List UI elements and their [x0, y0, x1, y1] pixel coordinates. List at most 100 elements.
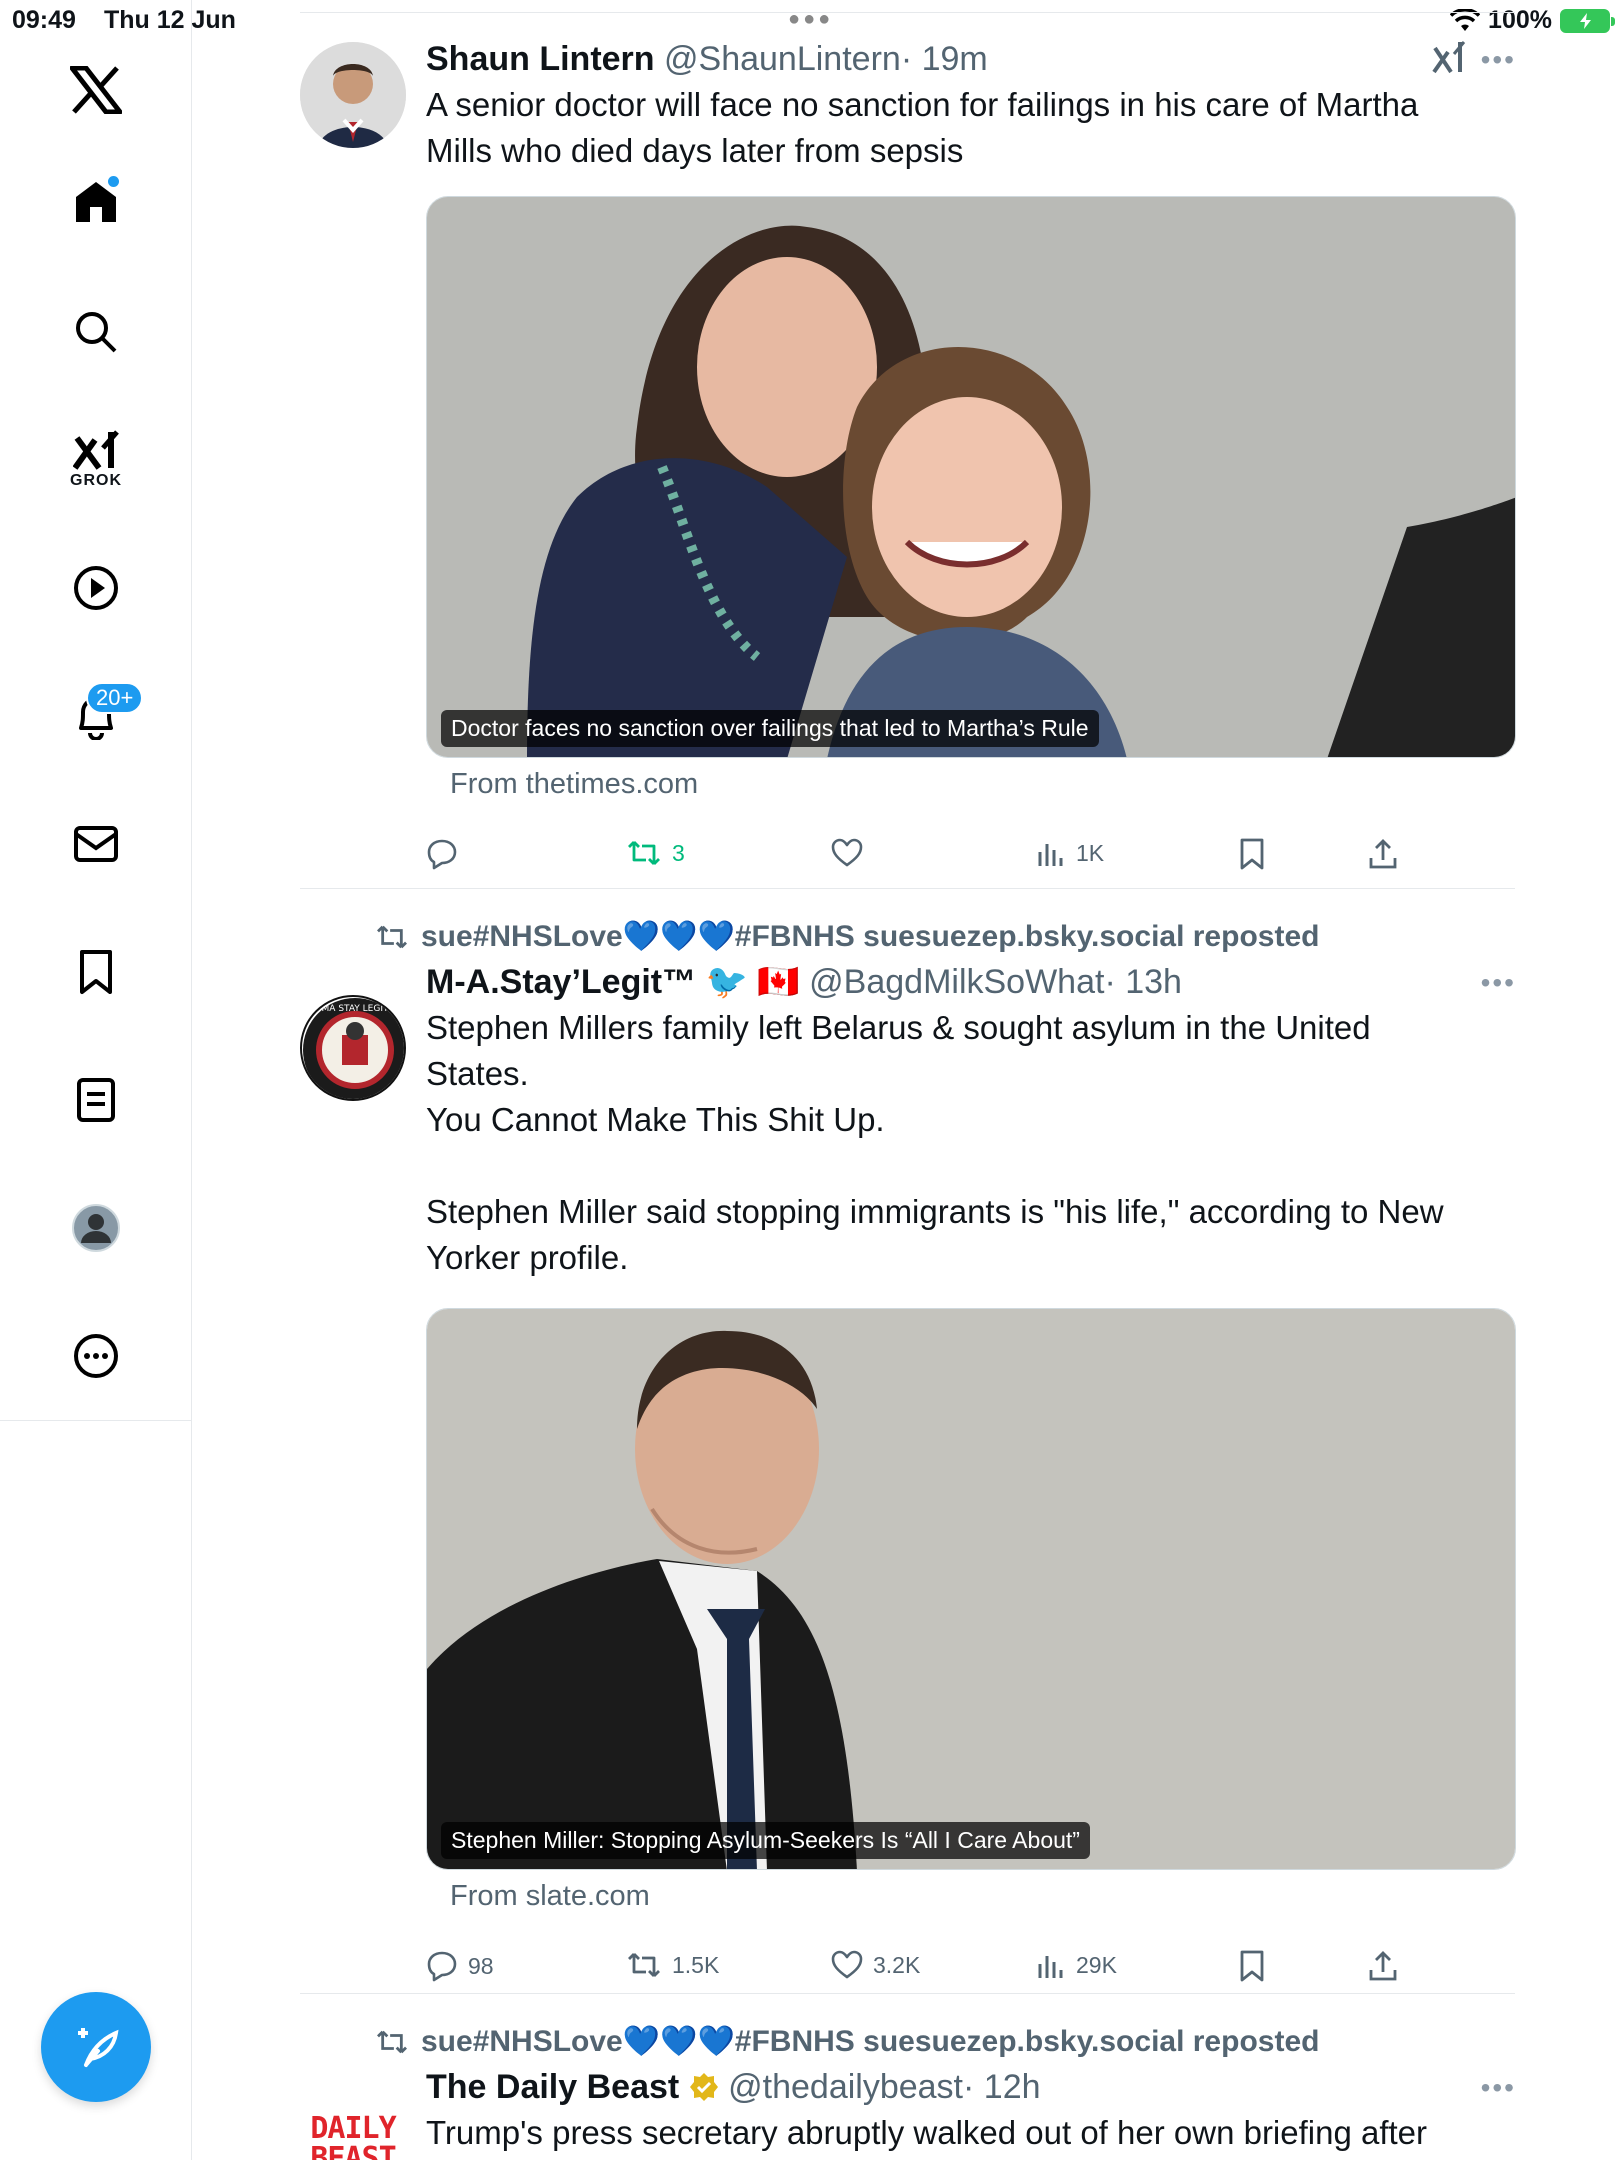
reply-icon	[427, 839, 457, 870]
x-logo-icon	[70, 66, 122, 114]
home-unread-dot	[108, 176, 119, 187]
tweet-text-line: Trump's press secretary abruptly walked …	[426, 2114, 1428, 2151]
repost-context-text: sue#NHSLove💙💙💙#FBNHS suesuezep.bsky.soci…	[421, 2025, 1320, 2058]
views-chart-icon	[1038, 1956, 1063, 1978]
author-handle[interactable]: @BagdMilkSoWhat	[809, 963, 1104, 1001]
views-button[interactable]: 1K	[1036, 838, 1104, 868]
bookmark-icon	[1240, 838, 1264, 870]
link-source[interactable]: From thetimes.com	[450, 768, 698, 801]
tweet-actions: 3 1K	[426, 838, 1426, 882]
tweet-content: Shaun Lintern @ShaunLintern· 19m ••• A s…	[426, 38, 1516, 174]
like-button[interactable]	[831, 838, 873, 868]
grok-explain-icon[interactable]	[1432, 40, 1466, 74]
compose-button[interactable]	[41, 1992, 151, 2102]
tweet-text-line: States.	[426, 1055, 529, 1092]
sidebar-item-lists[interactable]	[56, 1060, 136, 1140]
status-bar: 09:49 Thu 12 Jun ●●● 100%	[0, 0, 1620, 40]
repost-button[interactable]: 3	[626, 838, 685, 868]
tweet-text-line: Stephen Miller said stopping immigrants …	[426, 1193, 1444, 1230]
repost-count: 3	[672, 839, 685, 866]
sidebar-item-messages[interactable]	[56, 804, 136, 884]
battery-percent: 100%	[1488, 6, 1552, 34]
status-right: 100%	[1450, 6, 1615, 35]
repost-icon	[628, 1953, 660, 1977]
author-handle[interactable]: @ShaunLintern	[664, 40, 901, 78]
bookmark-icon	[80, 950, 112, 994]
tweet-header: The Daily Beast @thedailybeast· 12h	[426, 2066, 1516, 2108]
tweet-header: Shaun Lintern @ShaunLintern· 19m	[426, 38, 1516, 80]
tweet-text: Stephen Millers family left Belarus & so…	[426, 1005, 1516, 1281]
heart-icon	[831, 838, 863, 867]
bookmark-button[interactable]	[1238, 838, 1266, 870]
avatar-logo-text: DAILY	[310, 2111, 396, 2146]
link-card-title: Stephen Miller: Stopping Asylum-Seekers …	[441, 1822, 1090, 1859]
tweet-time[interactable]: · 12h	[963, 2068, 1041, 2106]
reply-button[interactable]	[426, 838, 468, 870]
repost-icon	[377, 925, 407, 948]
avatar[interactable]: MA STAY LEGIT	[300, 995, 406, 1101]
more-options-icon[interactable]: •••	[1481, 967, 1516, 999]
tweet-text-line: A senior doctor will face no sanction fo…	[426, 86, 1419, 123]
reply-button[interactable]: 98	[426, 1950, 494, 1982]
x-logo[interactable]	[56, 50, 136, 130]
heart-icon	[831, 1950, 863, 1979]
views-chart-icon	[1038, 844, 1063, 866]
bookmark-button[interactable]	[1238, 1950, 1266, 1982]
repost-context[interactable]: sue#NHSLove💙💙💙#FBNHS suesuezep.bsky.soci…	[375, 2024, 1319, 2059]
share-button[interactable]	[1368, 838, 1398, 870]
tweet-time[interactable]: · 13h	[1104, 963, 1182, 1001]
sidebar: GROK 20+	[0, 0, 192, 2160]
tweet-text-blank-line	[426, 1143, 1516, 1189]
tweet-divider	[300, 888, 1515, 889]
mail-icon	[74, 826, 118, 862]
tweet-header: M-A.Stay’Legit™ 🐦 🇨🇦 @BagdMilkSoWhat· 13…	[426, 961, 1516, 1003]
author-name[interactable]: The Daily Beast	[426, 2068, 679, 2106]
link-card-image	[427, 1309, 1515, 1869]
sidebar-item-home[interactable]	[56, 162, 136, 242]
sidebar-divider	[0, 1420, 192, 1421]
tweet-divider	[300, 1993, 1515, 1994]
reply-icon	[427, 1951, 457, 1982]
profile-avatar-icon	[72, 1204, 120, 1252]
compose-feather-icon	[78, 2028, 119, 2067]
views-button[interactable]: 29K	[1036, 1950, 1117, 1980]
author-flags: 🐦 🇨🇦	[705, 963, 800, 1001]
feed-top-divider	[300, 12, 1515, 13]
like-count: 3.2K	[873, 1951, 921, 1978]
notifications-badge: 20+	[86, 682, 144, 714]
repost-button[interactable]: 1.5K	[626, 1950, 719, 1980]
more-options-icon[interactable]: •••	[1481, 2072, 1516, 2104]
sidebar-item-video[interactable]	[56, 548, 136, 628]
avatar[interactable]	[300, 42, 406, 148]
repost-context-text: sue#NHSLove💙💙💙#FBNHS suesuezep.bsky.soci…	[421, 920, 1320, 953]
avatar[interactable]: DAILY BEAST	[300, 2100, 406, 2160]
repost-count: 1.5K	[672, 1951, 720, 1978]
more-options-icon[interactable]: •••	[1481, 44, 1516, 76]
link-card[interactable]: Doctor faces no sanction over failings t…	[426, 196, 1516, 758]
sidebar-item-search[interactable]	[56, 292, 136, 372]
sidebar-item-profile[interactable]	[56, 1188, 136, 1268]
tweet-text-line: Yorker profile.	[426, 1239, 629, 1276]
author-name[interactable]: Shaun Lintern	[426, 40, 655, 78]
link-source[interactable]: From slate.com	[450, 1880, 650, 1913]
tweet-text: Trump's press secretary abruptly walked …	[426, 2110, 1516, 2156]
view-count: 1K	[1076, 839, 1105, 866]
tweet-time[interactable]: · 19m	[901, 40, 988, 78]
sidebar-item-bookmarks[interactable]	[56, 932, 136, 1012]
share-icon	[1369, 1951, 1397, 1981]
avatar-logo-text: BEAST	[310, 2141, 396, 2160]
like-button[interactable]: 3.2K	[831, 1950, 920, 1980]
tweet-content: M-A.Stay’Legit™ 🐦 🇨🇦 @BagdMilkSoWhat· 13…	[426, 961, 1516, 1281]
repost-context[interactable]: sue#NHSLove💙💙💙#FBNHS suesuezep.bsky.soci…	[375, 919, 1319, 954]
tweet-text-line: You Cannot Make This Shit Up.	[426, 1101, 885, 1138]
list-icon	[77, 1078, 115, 1122]
author-name[interactable]: M-A.Stay’Legit™	[426, 963, 696, 1001]
author-handle[interactable]: @thedailybeast	[728, 2068, 963, 2106]
search-icon	[76, 312, 117, 353]
sidebar-item-notifications[interactable]: 20+	[56, 676, 144, 756]
reply-count: 98	[468, 1952, 494, 1979]
sidebar-item-grok[interactable]: GROK	[56, 420, 136, 500]
sidebar-item-more[interactable]	[56, 1316, 136, 1396]
link-card[interactable]: Stephen Miller: Stopping Asylum-Seekers …	[426, 1308, 1516, 1870]
share-button[interactable]	[1368, 1950, 1398, 1982]
